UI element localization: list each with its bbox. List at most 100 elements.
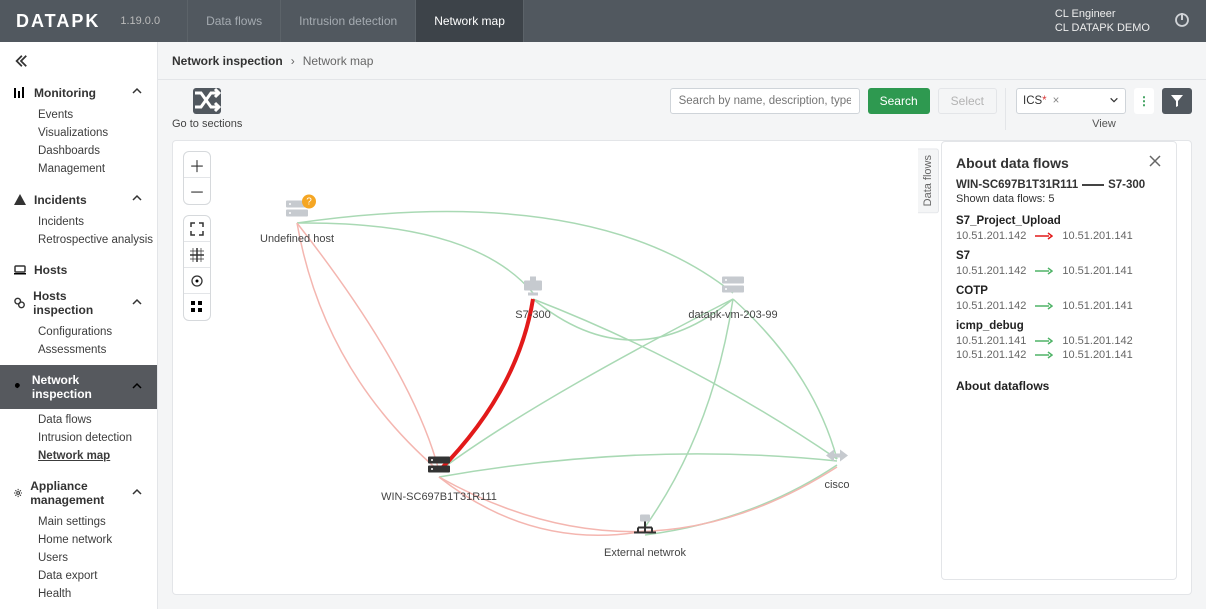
filter-token-input[interactable]: ICS* × bbox=[1016, 88, 1126, 114]
zoom-in-button[interactable]: ＋ bbox=[184, 152, 210, 178]
flow-name[interactable]: S7_Project_Upload bbox=[956, 215, 1162, 227]
sidebar-item-assessments[interactable]: Assessments bbox=[38, 341, 157, 359]
node-datapk-vm[interactable] bbox=[720, 275, 746, 304]
panel-title: About data flows bbox=[956, 155, 1069, 171]
sidebar-item-retrospective[interactable]: Retrospective analysis bbox=[38, 231, 157, 249]
app-header: DATAPK 1.19.0.0 Data flows Intrusion det… bbox=[0, 0, 1206, 42]
chevron-up-icon bbox=[131, 85, 143, 100]
filter-token-asterisk: * bbox=[1042, 95, 1046, 107]
node-external[interactable] bbox=[632, 513, 658, 542]
sidebar-item-intrusion-detection[interactable]: Intrusion detection bbox=[38, 429, 157, 447]
flow-row: 10.51.201.14210.51.201.141 bbox=[956, 230, 1162, 242]
arrow-icon bbox=[1034, 337, 1054, 345]
go-to-sections-button[interactable] bbox=[193, 88, 221, 114]
grid-button[interactable] bbox=[184, 242, 210, 268]
sidebar-section-label: Network inspection bbox=[32, 373, 123, 401]
flow-to: 10.51.201.141 bbox=[1062, 349, 1132, 361]
breadcrumb: Network inspection › Network map bbox=[158, 42, 1206, 80]
flow-name[interactable]: S7 bbox=[956, 250, 1162, 262]
chevron-up-icon bbox=[131, 192, 143, 207]
sidebar-item-network-map[interactable]: Network map bbox=[38, 447, 157, 465]
node-s7-300[interactable] bbox=[520, 275, 546, 304]
chevron-up-icon bbox=[131, 380, 143, 395]
logo: DATAPK bbox=[16, 11, 100, 32]
zoom-out-button[interactable]: － bbox=[184, 178, 210, 204]
fullscreen-button[interactable] bbox=[184, 216, 210, 242]
sidebar-item-dashboards[interactable]: Dashboards bbox=[38, 142, 157, 160]
main-content: Network inspection › Network map Go to s… bbox=[158, 42, 1206, 609]
flow-name[interactable]: COTP bbox=[956, 285, 1162, 297]
flow-from: 10.51.201.141 bbox=[956, 335, 1026, 347]
sidebar-section-hosts[interactable]: Hosts bbox=[0, 255, 157, 281]
sidebar-item-users[interactable]: Users bbox=[38, 549, 157, 567]
sidebar-section-label: Hosts bbox=[34, 263, 67, 277]
tab-intrusion-detection[interactable]: Intrusion detection bbox=[280, 0, 416, 42]
nav-tabs: Data flows Intrusion detection Network m… bbox=[188, 0, 524, 42]
flow-to: 10.51.201.141 bbox=[1062, 265, 1132, 277]
sidebar-item-health[interactable]: Health bbox=[38, 585, 157, 603]
sidebar-item-data-export[interactable]: Data export bbox=[38, 567, 157, 585]
arrow-icon bbox=[1034, 351, 1054, 359]
flow-row: 10.51.201.14110.51.201.142 bbox=[956, 335, 1162, 347]
chevron-down-icon[interactable] bbox=[1109, 95, 1119, 108]
shown-flows-label: Shown data flows: 5 bbox=[956, 193, 1162, 205]
sidebar-item-home-network[interactable]: Home network bbox=[38, 531, 157, 549]
sidebar-section-hosts-inspection[interactable]: Hosts inspection bbox=[0, 281, 157, 321]
node-win[interactable] bbox=[426, 455, 452, 484]
sidebar-item-main-settings[interactable]: Main settings bbox=[38, 513, 157, 531]
tab-data-flows[interactable]: Data flows bbox=[187, 0, 281, 42]
node-undefined-host[interactable]: ? bbox=[284, 199, 310, 228]
about-dataflows-link[interactable]: About dataflows bbox=[956, 379, 1162, 393]
tab-network-map[interactable]: Network map bbox=[415, 0, 524, 42]
filter-button[interactable] bbox=[1162, 88, 1192, 114]
search-input[interactable] bbox=[670, 88, 860, 114]
panel-vertical-tab[interactable]: Data flows bbox=[918, 148, 939, 213]
center-button[interactable] bbox=[184, 268, 210, 294]
filter-token-clear-icon[interactable]: × bbox=[1053, 95, 1060, 107]
sidebar-section-monitoring[interactable]: Monitoring bbox=[0, 77, 157, 104]
endpoint-b: S7-300 bbox=[1108, 179, 1145, 191]
breadcrumb-sub: Network map bbox=[303, 54, 374, 68]
sidebar-item-management[interactable]: Management bbox=[38, 160, 157, 178]
breadcrumb-main[interactable]: Network inspection bbox=[172, 54, 283, 68]
sidebar: Monitoring Events Visualizations Dashboa… bbox=[0, 42, 158, 609]
filter-token-label: ICS bbox=[1023, 95, 1042, 107]
sidebar-item-incidents[interactable]: Incidents bbox=[38, 213, 157, 231]
sidebar-section-appliance[interactable]: Appliance management bbox=[0, 471, 157, 511]
go-to-sections-label: Go to sections bbox=[172, 118, 242, 130]
arrow-icon bbox=[1034, 232, 1054, 240]
sidebar-collapse-button[interactable] bbox=[0, 48, 157, 77]
version-label: 1.19.0.0 bbox=[120, 15, 160, 27]
network-canvas[interactable]: ＋ － bbox=[172, 140, 1192, 595]
user-role: CL Engineer bbox=[1055, 7, 1150, 21]
user-block[interactable]: CL Engineer CL DATAPK DEMO bbox=[1055, 7, 1150, 36]
close-icon[interactable] bbox=[1148, 154, 1162, 171]
power-icon[interactable] bbox=[1174, 12, 1190, 31]
endpoint-dash-icon bbox=[1082, 184, 1104, 186]
flow-row: 10.51.201.14210.51.201.141 bbox=[956, 349, 1162, 361]
sidebar-item-configurations[interactable]: Configurations bbox=[38, 323, 157, 341]
search-button[interactable]: Search bbox=[868, 88, 930, 114]
sidebar-item-events[interactable]: Events bbox=[38, 106, 157, 124]
flow-from: 10.51.201.142 bbox=[956, 230, 1026, 242]
flow-row: 10.51.201.14210.51.201.141 bbox=[956, 300, 1162, 312]
node-cisco[interactable] bbox=[824, 443, 850, 472]
flow-from: 10.51.201.142 bbox=[956, 300, 1026, 312]
sidebar-section-network-inspection[interactable]: Network inspection bbox=[0, 365, 157, 409]
sidebar-section-label: Hosts inspection bbox=[33, 289, 123, 317]
flow-name[interactable]: icmp_debug bbox=[956, 320, 1162, 332]
sidebar-section-label: Monitoring bbox=[34, 86, 96, 100]
toolbar: Go to sections Search Select ICS* × ⋮ bbox=[158, 80, 1206, 140]
breadcrumb-sep: › bbox=[291, 54, 295, 68]
endpoint-a: WIN-SC697B1T31R111 bbox=[956, 179, 1078, 191]
apps-button[interactable] bbox=[184, 294, 210, 320]
about-data-flows-panel: Data flows About data flows WIN-SC697B1T… bbox=[941, 141, 1177, 580]
sidebar-section-label: Incidents bbox=[34, 193, 87, 207]
chevron-up-icon bbox=[131, 296, 143, 311]
flow-from: 10.51.201.142 bbox=[956, 265, 1026, 277]
more-menu-icon[interactable]: ⋮ bbox=[1134, 88, 1154, 114]
sidebar-item-data-flows[interactable]: Data flows bbox=[38, 411, 157, 429]
sidebar-item-visualizations[interactable]: Visualizations bbox=[38, 124, 157, 142]
sidebar-section-incidents[interactable]: Incidents bbox=[0, 184, 157, 211]
view-label: View bbox=[1092, 118, 1116, 130]
